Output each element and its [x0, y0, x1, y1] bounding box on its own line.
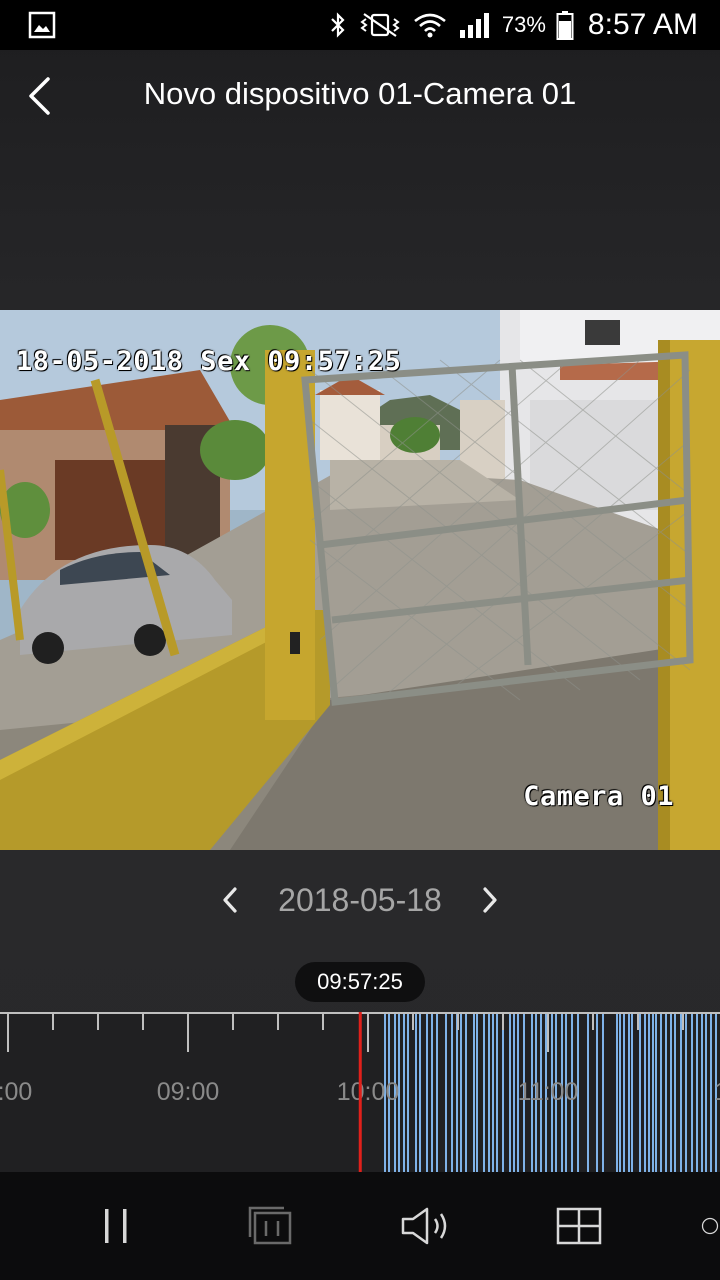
- selected-date[interactable]: 2018-05-18: [250, 882, 470, 919]
- playback-controls: [0, 1172, 720, 1280]
- camera-feed-image: [0, 310, 720, 850]
- grid-layout-button[interactable]: [549, 1198, 609, 1254]
- bluetooth-icon: [331, 12, 345, 38]
- more-icon: [701, 1217, 719, 1235]
- grid-layout-icon: [556, 1207, 602, 1245]
- hour-label: 11:00: [518, 1078, 579, 1106]
- date-navigator: 2018-05-18: [0, 870, 720, 930]
- gallery-icon: [28, 11, 56, 39]
- pause-icon: [105, 1209, 127, 1243]
- signal-icon: [459, 13, 489, 38]
- battery-icon: [556, 11, 574, 40]
- current-time-bubble: 09:57:25: [295, 962, 425, 1002]
- status-clock: 8:57 AM: [587, 8, 698, 41]
- video-player[interactable]: 18-05-2018 Sex 09:57:25 Camera 01: [0, 310, 720, 850]
- previous-date-button[interactable]: [208, 880, 252, 920]
- video-timestamp-overlay: 18-05-2018 Sex 09:57:25: [16, 346, 402, 377]
- chevron-left-icon: [223, 887, 237, 913]
- hour-label: 8:00: [0, 1078, 32, 1106]
- hour-label: 10:00: [337, 1078, 400, 1106]
- battery-percent: 73%: [501, 12, 546, 37]
- more-button[interactable]: [700, 1198, 720, 1254]
- next-date-button[interactable]: [468, 880, 512, 920]
- wifi-icon: [414, 13, 446, 38]
- volume-button[interactable]: [395, 1198, 455, 1254]
- status-bar: 73% 8:57 AM: [0, 0, 720, 50]
- timeline-ruler: 8:00 09:00 10:00 11:00 12: [0, 1012, 720, 1172]
- playback-timeline[interactable]: 8:00 09:00 10:00 11:00 12: [0, 1012, 720, 1172]
- hour-label: 12: [714, 1078, 720, 1106]
- hour-label: 09:00: [157, 1078, 220, 1106]
- page-title: Novo dispositivo 01-Camera 01: [143, 76, 577, 111]
- header: Novo dispositivo 01-Camera 01: [0, 50, 720, 142]
- video-camera-name-overlay: Camera 01: [523, 781, 674, 812]
- capture-button[interactable]: [240, 1198, 300, 1254]
- pause-button[interactable]: [86, 1198, 146, 1254]
- playback-screen: 73% 8:57 AM Novo dispositivo 01-Camera 0…: [0, 0, 720, 1280]
- volume-icon: [401, 1207, 447, 1245]
- capture-icon: [248, 1206, 292, 1245]
- vibrate-icon: [360, 13, 400, 37]
- chevron-right-icon: [483, 887, 497, 913]
